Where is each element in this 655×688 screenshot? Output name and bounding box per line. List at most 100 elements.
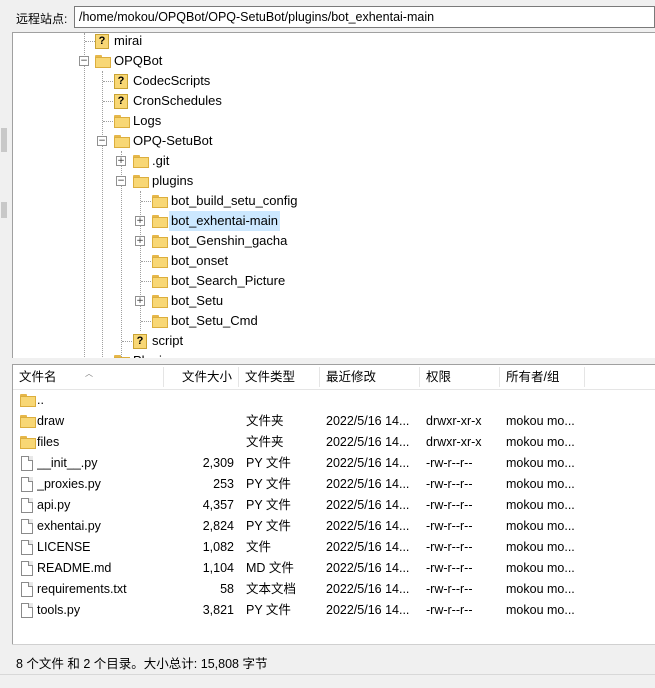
remote-file-list[interactable]: ︿ 文件名 文件大小 文件类型 最近修改 权限 所有者/组 .. draw 文件夹 2…: [12, 364, 655, 645]
file-type: 文件: [246, 540, 272, 554]
file-row[interactable]: README.md 1,104 MD 文件 2022/5/16 14... -rw-r-…: [13, 558, 655, 579]
tree-node-bot-search-picture[interactable]: bot_Search_Picture: [13, 271, 653, 291]
file-row[interactable]: files 文件夹 2022/5/16 14... drwxr-xr-x mokou m…: [13, 432, 655, 453]
file-row[interactable]: exhentai.py 2,824 PY 文件 2022/5/16 14... -rw-…: [13, 516, 655, 537]
file-name: requirements.txt: [37, 582, 127, 596]
file-row[interactable]: __init__.py 2,309 PY 文件 2022/5/16 14... -rw-…: [13, 453, 655, 474]
file-name: exhentai.py: [37, 519, 101, 533]
expand-icon[interactable]: +: [116, 156, 126, 166]
question-folder-icon: ?: [114, 74, 128, 89]
collapse-icon[interactable]: −: [97, 136, 107, 146]
file-size: 58: [220, 582, 234, 596]
file-row[interactable]: ..: [13, 390, 655, 411]
tree-node-label: bot_Setu: [171, 293, 224, 308]
file-row[interactable]: draw 文件夹 2022/5/16 14... drwxr-xr-x mokou mo…: [13, 411, 655, 432]
tree-node-label: OPQ-SetuBot: [133, 133, 213, 148]
sort-ascending-icon: ︿: [85, 369, 93, 378]
file-size: 2,824: [202, 519, 234, 533]
tree-node-bot-setu-cmd[interactable]: bot_Setu_Cmd: [13, 311, 653, 331]
folder-icon: [152, 295, 168, 308]
file-type: PY 文件: [246, 456, 291, 470]
expand-icon[interactable]: +: [135, 296, 145, 306]
tree-node-opqbot[interactable]: − OPQBot: [13, 51, 653, 71]
file-permissions: -rw-r--r--: [426, 540, 473, 554]
scroll-thumb[interactable]: [1, 128, 7, 152]
tree-node-label: bot_onset: [171, 253, 229, 268]
remote-path-input[interactable]: /home/mokou/OPQBot/OPQ-SetuBot/plugins/b…: [74, 6, 655, 28]
file-size: 2,309: [202, 456, 234, 470]
tree-node-label: script: [152, 333, 184, 348]
file-size: 253: [213, 477, 234, 491]
tree-node-bot-build-setu-config[interactable]: bot_build_setu_config: [13, 191, 653, 211]
file-name: api.py: [37, 498, 71, 512]
file-row[interactable]: LICENSE 1,082 文件 2022/5/16 14... -rw-r--r-- m…: [13, 537, 655, 558]
file-icon: [21, 561, 33, 576]
tree-node-label: bot_Search_Picture: [171, 273, 286, 288]
tree-node-label: plugins: [152, 173, 194, 188]
file-list-header: ︿ 文件名 文件大小 文件类型 最近修改 权限 所有者/组: [13, 365, 655, 390]
text-file-icon: [21, 582, 33, 597]
file-owner: mokou mo...: [506, 477, 575, 491]
remote-site-bar: 远程站点: /home/mokou/OPQBot/OPQ-SetuBot/plu…: [0, 0, 655, 34]
column-header-type[interactable]: 文件类型: [239, 365, 319, 389]
folder-icon: [20, 436, 36, 449]
tree-node-bot-onset[interactable]: bot_onset: [13, 251, 653, 271]
folder-icon: [114, 115, 130, 128]
tree-node-label: .git: [152, 153, 170, 168]
tree-node-label: CodecScripts: [133, 73, 211, 88]
file-owner: mokou mo...: [506, 603, 575, 617]
column-header-permissions[interactable]: 权限: [420, 365, 500, 389]
file-permissions: drwxr-xr-x: [426, 414, 482, 428]
column-header-modified[interactable]: 最近修改: [320, 365, 420, 389]
tree-node-codecscripts[interactable]: ? CodecScripts: [13, 71, 653, 91]
tree-node-label: mirai: [114, 33, 143, 48]
bottom-border: [0, 674, 655, 688]
file-modified: 2022/5/16 14...: [326, 414, 410, 428]
column-header-size[interactable]: 文件大小: [164, 365, 238, 389]
folder-icon: [152, 235, 168, 248]
file-owner: mokou mo...: [506, 456, 575, 470]
file-modified: 2022/5/16 14...: [326, 456, 410, 470]
tree-node-bot-genshin-gacha[interactable]: + bot_Genshin_gacha: [13, 231, 653, 251]
file-icon: [21, 540, 33, 555]
tree-node-cronschedules[interactable]: ? CronSchedules: [13, 91, 653, 111]
file-row[interactable]: api.py 4,357 PY 文件 2022/5/16 14... -rw-r--r-…: [13, 495, 655, 516]
collapse-icon[interactable]: −: [116, 176, 126, 186]
file-name: ..: [37, 393, 44, 407]
file-size: 3,821: [202, 603, 234, 617]
folder-icon: [133, 175, 149, 188]
remote-directory-tree[interactable]: ? mirai − OPQBot ? CodecScripts ? CronSc…: [12, 32, 655, 359]
file-type: PY 文件: [246, 519, 291, 533]
expand-icon[interactable]: +: [135, 236, 145, 246]
file-name: tools.py: [37, 603, 81, 617]
tree-node-bot-setu[interactable]: + bot_Setu: [13, 291, 653, 311]
column-header-owner[interactable]: 所有者/组: [500, 365, 585, 389]
file-icon: [21, 477, 33, 492]
tree-node-logs[interactable]: Logs: [13, 111, 653, 131]
file-row[interactable]: requirements.txt 58 文本文档 2022/5/16 14... -rw…: [13, 579, 655, 600]
collapse-icon[interactable]: −: [79, 56, 89, 66]
folder-icon: [152, 275, 168, 288]
file-icon: [21, 519, 33, 534]
tree-node-label: bot_Genshin_gacha: [171, 233, 288, 248]
scroll-thumb-secondary[interactable]: [1, 202, 7, 218]
left-scroll-strip[interactable]: [0, 34, 10, 684]
file-row[interactable]: tools.py 3,821 PY 文件 2022/5/16 14... -rw-r--…: [13, 600, 655, 621]
tree-node-plugins[interactable]: − plugins: [13, 171, 653, 191]
expand-icon[interactable]: +: [135, 216, 145, 226]
file-modified: 2022/5/16 14...: [326, 519, 410, 533]
file-permissions: -rw-r--r--: [426, 582, 473, 596]
file-row[interactable]: _proxies.py 253 PY 文件 2022/5/16 14... -rw-r-…: [13, 474, 655, 495]
file-modified: 2022/5/16 14...: [326, 582, 410, 596]
file-icon: [21, 456, 33, 471]
file-name: LICENSE: [37, 540, 91, 554]
column-header-name[interactable]: ︿ 文件名: [13, 365, 163, 389]
tree-node-bot-exhentai-main[interactable]: + bot_exhentai-main: [13, 211, 653, 231]
file-modified: 2022/5/16 14...: [326, 477, 410, 491]
file-size: 4,357: [202, 498, 234, 512]
tree-node-script[interactable]: ? script: [13, 331, 653, 351]
tree-node-mirai[interactable]: ? mirai: [13, 33, 653, 51]
tree-node-label: bot_build_setu_config: [171, 193, 298, 208]
tree-node-git[interactable]: + .git: [13, 151, 653, 171]
tree-node-opq-setubot[interactable]: − OPQ-SetuBot: [13, 131, 653, 151]
